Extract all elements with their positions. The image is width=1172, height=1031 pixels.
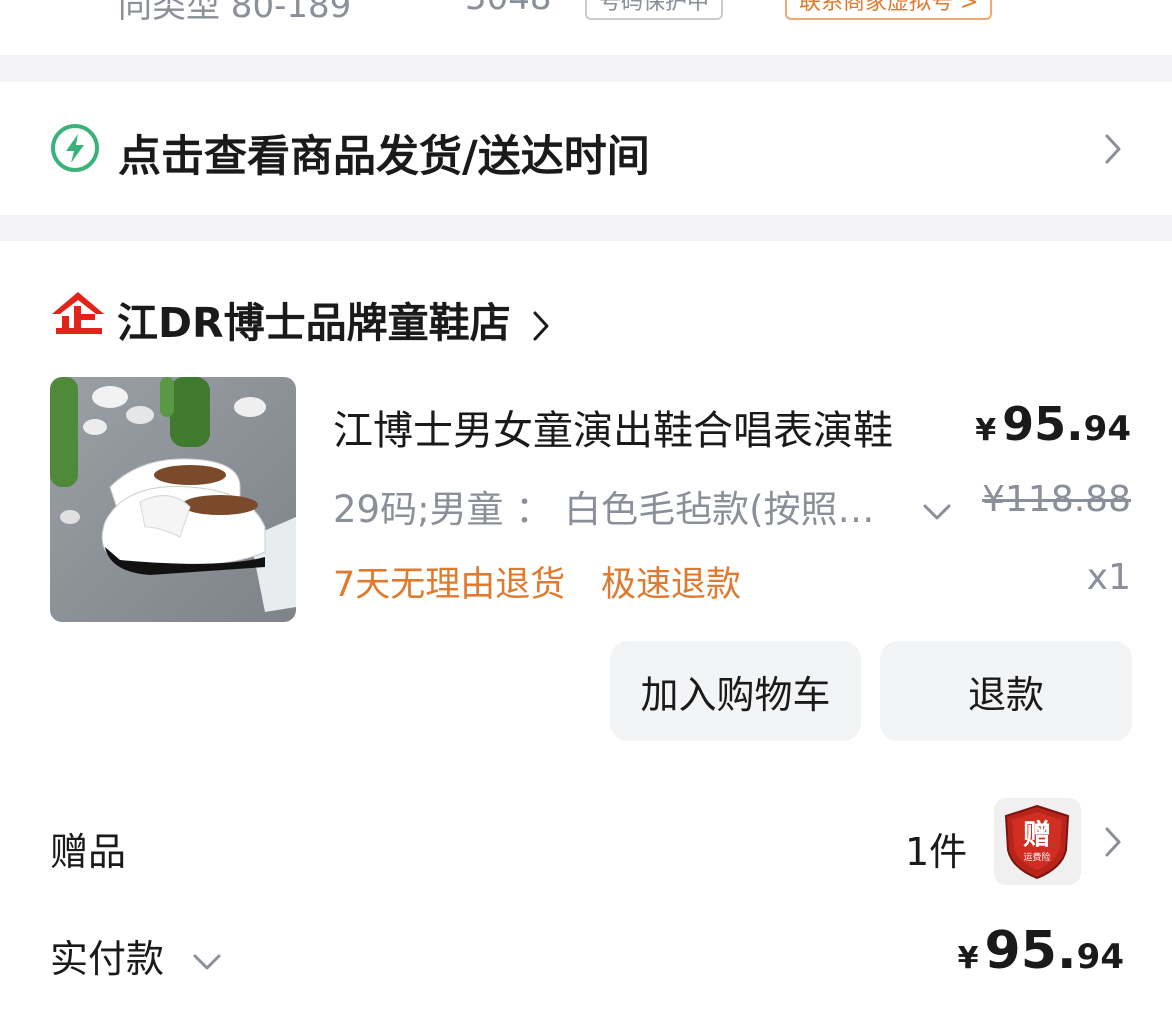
gift-thumb-char: 赠 [1023,818,1051,851]
price-decimal: 94 [1083,409,1131,449]
product-spec: 29码;男童 ： 白色毛毡款(按照… [333,488,875,531]
product-title[interactable]: 江博士男女童演出鞋合唱表演鞋 [333,398,893,456]
paid-symbol: ¥ [957,941,979,976]
chevron-right-icon [1105,134,1121,164]
gift-count: 1件 [905,830,968,874]
paid-label: 实付款 [50,937,165,981]
product-image[interactable] [50,377,296,622]
paid-integer: 95. [984,921,1077,981]
gift-thumb-sub: 运费险 [1023,851,1050,863]
chevron-right-icon [533,311,549,341]
store-name-link[interactable]: 江DR博士品牌童鞋店 [117,289,549,349]
contact-merchant-button[interactable]: 联系商家虚拟号 > [785,0,993,20]
store-logo-icon [50,290,106,340]
add-to-cart-button[interactable]: 加入购物车 [610,641,861,741]
top-fragment-mid: 5048 [465,0,552,18]
top-strip: 同类型 80-189 5048 号码保护中 联系商家虚拟号 > [0,0,1172,55]
top-fragment-left: 同类型 80-189 [118,0,352,26]
price-symbol: ¥ [975,413,997,448]
original-price: ¥118.88 [982,479,1131,520]
product-spec-selector[interactable]: 29码;男童 ： 白色毛毡款(按照… [333,479,952,533]
product-price: ¥95.94 [975,397,1131,451]
delivery-time-label: 点击查看商品发货/送达时间 [118,132,650,182]
quantity: x1 [1086,557,1131,598]
phone-protect-tag: 号码保护中 [585,0,724,20]
fast-refund-tag: 极速退款 [601,565,742,605]
store-name: 江DR博士品牌童鞋店 [117,299,511,347]
order-card: 江DR博士品牌童鞋店 江博士男女童演出鞋合唱表演鞋 ¥ 95.94 29码;男童… [0,241,1172,1031]
return-policy-tag: 7天无理由退货 [333,565,566,605]
paid-decimal: 94 [1076,937,1124,977]
paid-amount: ¥95.94 [958,921,1124,981]
paid-amount-toggle[interactable]: 实付款 [50,928,222,983]
delivery-time-row[interactable]: 点击查看商品发货/送达时间 [0,82,1172,215]
lightning-icon [50,123,100,173]
chevron-right-icon[interactable] [1105,827,1121,857]
gift-label: 赠品 [50,830,127,874]
gift-thumbnail[interactable]: 赠 运费险 [994,798,1081,885]
refund-button[interactable]: 退款 [880,641,1132,741]
chevron-down-icon [923,504,951,519]
chevron-down-icon [193,954,221,969]
price-integer: 95. [1002,397,1084,451]
